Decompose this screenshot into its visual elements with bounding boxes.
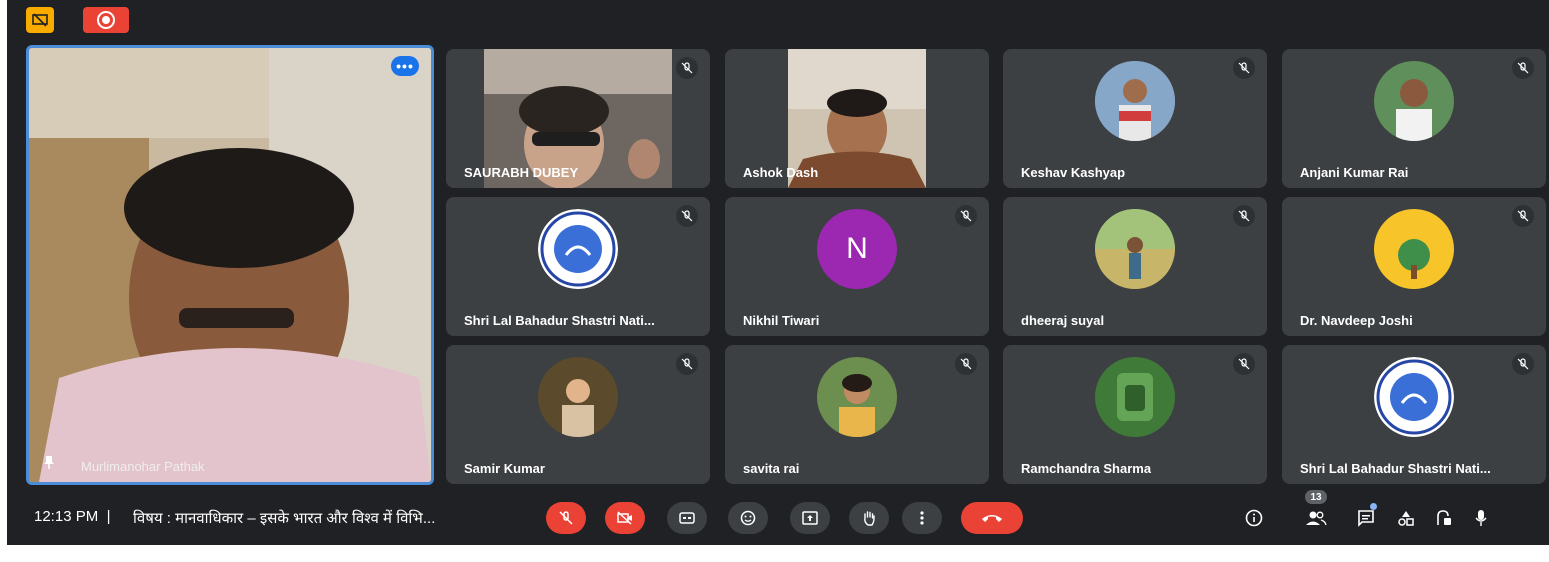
participant-tile[interactable]: Dr. Navdeep Joshi	[1282, 197, 1546, 336]
avatar	[1095, 208, 1175, 289]
participant-tile[interactable]: Anjani Kumar Rai	[1282, 49, 1546, 188]
mic-off-icon	[955, 205, 977, 227]
mic-off-icon	[1233, 205, 1255, 227]
meeting-title: विषय : मानवाधिकार – इसके भारत और विश्व म…	[133, 510, 436, 527]
mic-off-icon	[559, 511, 573, 525]
participant-name: Dr. Navdeep Joshi	[1300, 313, 1413, 328]
participant-name: dheeraj suyal	[1021, 313, 1105, 328]
participant-tile[interactable]: N Nikhil Tiwari	[725, 197, 989, 336]
meeting-time: 12:13 PM |	[34, 508, 111, 525]
mic-off-icon	[676, 57, 698, 79]
raise-hand-button[interactable]	[849, 502, 889, 534]
camera-off-icon	[617, 511, 632, 525]
main-speaker-tile[interactable]: ••• Murlimanohar Pathak	[26, 45, 434, 485]
avatar	[1374, 60, 1454, 141]
mic-off-icon	[1512, 205, 1534, 227]
camera-off-button[interactable]	[605, 502, 645, 534]
participant-tile[interactable]: Ramchandra Sharma	[1003, 345, 1267, 484]
participant-tile[interactable]: Ashok Dash	[725, 49, 989, 188]
more-options-button[interactable]	[902, 502, 942, 534]
participant-name: Ramchandra Sharma	[1021, 461, 1152, 476]
speaker-video	[29, 48, 431, 482]
participant-tile[interactable]: dheeraj suyal	[1003, 197, 1267, 336]
mic-off-icon	[1233, 353, 1255, 375]
emoji-icon	[740, 510, 756, 526]
present-button[interactable]	[790, 502, 830, 534]
mic-off-button[interactable]	[546, 502, 586, 534]
letter-avatar: N	[817, 208, 897, 289]
more-options-button[interactable]: •••	[391, 56, 419, 76]
avatar	[1095, 356, 1175, 437]
captions-icon	[679, 512, 695, 524]
raise-hand-icon	[864, 511, 875, 526]
mic-off-icon	[676, 205, 698, 227]
avatar	[538, 356, 618, 437]
hang-up-icon	[982, 515, 1002, 522]
participant-name: savita rai	[743, 461, 800, 476]
main-speaker-name: Murlimanohar Pathak	[81, 459, 205, 474]
pin-icon[interactable]	[43, 455, 55, 474]
recording-icon[interactable]	[83, 7, 129, 33]
university-logo	[1374, 356, 1454, 437]
people-icon[interactable]	[1300, 502, 1332, 534]
hang-up-button[interactable]	[961, 502, 1023, 534]
no-presentation-icon[interactable]	[26, 7, 54, 33]
emoji-button[interactable]	[728, 502, 768, 534]
participant-name: SAURABH DUBEY	[464, 165, 579, 180]
avatar	[1374, 208, 1454, 289]
avatar	[817, 356, 897, 437]
info-icon[interactable]	[1238, 502, 1270, 534]
captions-button[interactable]	[667, 502, 707, 534]
participant-name: Samir Kumar	[464, 461, 545, 476]
control-bar: 12:13 PM | विषय : मानवाधिकार – इसके भारत…	[7, 490, 1549, 545]
participant-tile[interactable]: Keshav Kashyap	[1003, 49, 1267, 188]
unread-dot	[1370, 503, 1377, 510]
meet-window: ••• Murlimanohar Pathak SAURABH DUBEY As…	[7, 0, 1549, 545]
university-logo	[538, 208, 618, 289]
participant-name: Shri Lal Bahadur Shastri Nati...	[464, 313, 655, 328]
participant-tile[interactable]: Shri Lal Bahadur Shastri Nati...	[1282, 345, 1546, 484]
participant-name: Shri Lal Bahadur Shastri Nati...	[1300, 461, 1491, 476]
activities-icon[interactable]	[1390, 502, 1422, 534]
participant-name: Ashok Dash	[743, 165, 819, 180]
mic-off-icon	[676, 353, 698, 375]
more-options-icon	[920, 511, 924, 525]
participant-name: Anjani Kumar Rai	[1300, 165, 1409, 180]
participant-name: Nikhil Tiwari	[743, 313, 820, 328]
avatar	[1095, 60, 1175, 141]
mic-off-icon	[1233, 57, 1255, 79]
separator: |	[106, 508, 111, 525]
host-controls-icon[interactable]	[1427, 502, 1459, 534]
participant-name: Keshav Kashyap	[1021, 165, 1126, 180]
chat-icon[interactable]	[1350, 502, 1382, 534]
participant-tile[interactable]: Shri Lal Bahadur Shastri Nati...	[446, 197, 710, 336]
participant-tile[interactable]: Samir Kumar	[446, 345, 710, 484]
participant-tile[interactable]: savita rai	[725, 345, 989, 484]
mic-off-icon	[955, 353, 977, 375]
participant-tile[interactable]: SAURABH DUBEY	[446, 49, 710, 188]
mic-status-icon[interactable]	[1465, 502, 1497, 534]
mic-off-icon	[1512, 353, 1534, 375]
present-icon	[802, 511, 818, 525]
mic-off-icon	[1512, 57, 1534, 79]
